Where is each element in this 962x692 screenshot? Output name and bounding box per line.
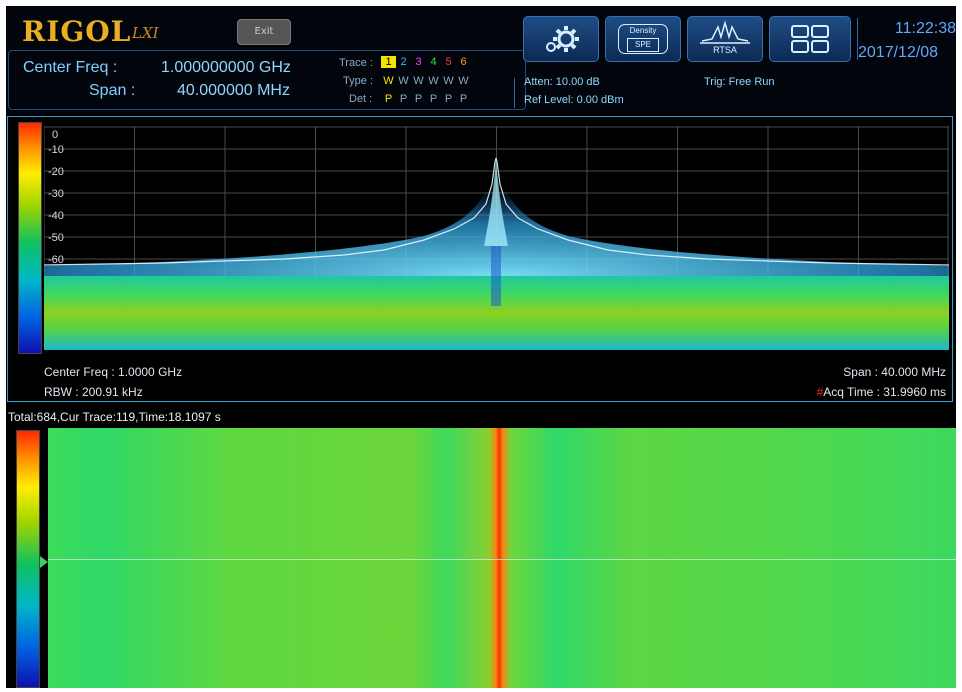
spectrum-plot[interactable]: 0 -10 -20 -30 -40 -50 -60 xyxy=(44,126,949,350)
color-scale-bar xyxy=(18,122,42,354)
lxi-logo: LXI xyxy=(132,24,159,42)
center-freq-footer: Center Freq : 1.0000 GHz xyxy=(44,365,183,379)
spectrum-panel[interactable]: 0 -10 -20 -30 -40 -50 -60 Center Freq : … xyxy=(7,116,953,402)
trace-type: W xyxy=(383,75,394,87)
rtsa-label: RTSA xyxy=(713,45,737,55)
atten-readout[interactable]: Atten: 10.00 dB xyxy=(524,76,600,88)
trace-det: P xyxy=(444,93,453,105)
analyzer-screen: RIGOL LXI Exit Center Freq : 1.000000000… xyxy=(6,6,956,688)
y-tick-label: -50 xyxy=(48,232,64,244)
trace-4-button[interactable]: 4 xyxy=(426,56,441,68)
trace-det: P xyxy=(399,93,408,105)
spe-label: SPE xyxy=(627,38,659,52)
current-trace-line xyxy=(48,559,956,560)
center-freq-value[interactable]: 1.000000000 GHz xyxy=(161,59,291,77)
trace-type-row: WWWWWW xyxy=(381,75,471,87)
density-label: Density xyxy=(629,26,657,35)
layout-button[interactable] xyxy=(769,16,851,62)
span-label: Span : xyxy=(89,82,136,99)
grid-icon xyxy=(791,25,829,53)
trace-5-button[interactable]: 5 xyxy=(441,56,456,68)
trace-det: P xyxy=(414,93,423,105)
trace-det: P xyxy=(459,93,468,105)
trace-2-button[interactable]: 2 xyxy=(396,56,411,68)
trace-type: W xyxy=(413,75,424,87)
trigger-readout[interactable]: Trig: Free Run xyxy=(704,76,775,88)
rtsa-mode-button[interactable]: RTSA xyxy=(687,16,763,62)
trace-det-row: PPPPPP xyxy=(381,93,471,105)
ref-level-readout[interactable]: Ref Level: 0.00 dBm xyxy=(524,94,624,106)
trace-type: W xyxy=(428,75,439,87)
rbw-footer[interactable]: RBW : 200.91 kHz xyxy=(44,385,143,399)
exit-button[interactable]: Exit xyxy=(237,19,291,45)
trace-marker-handle[interactable] xyxy=(40,556,48,568)
trace-type: W xyxy=(458,75,469,87)
acq-time-text: Acq Time : 31.9960 ms xyxy=(823,385,946,399)
brand-logo: RIGOL xyxy=(22,15,132,48)
clock-date: 2017/12/08 xyxy=(858,44,939,61)
center-freq-label: Center Freq : xyxy=(23,59,118,76)
gear-icon xyxy=(546,26,579,52)
waterfall-status: Total:684,Cur Trace:119,Time:18.1097 s xyxy=(8,410,221,424)
header-bar: RIGOL LXI Exit Center Freq : 1.000000000… xyxy=(6,6,956,114)
span-footer: Span : 40.000 MHz xyxy=(843,365,946,379)
clock-time: 11:22:38 xyxy=(894,20,956,37)
settings-button[interactable] xyxy=(523,16,599,62)
det-label: Det : xyxy=(349,93,373,105)
y-tick-label: -30 xyxy=(48,188,64,200)
y-tick-label: -40 xyxy=(48,210,64,222)
type-label: Type : xyxy=(343,75,373,87)
waterfall-color-scale xyxy=(16,430,40,688)
trace-type: W xyxy=(398,75,409,87)
trace-selector-row: 123456 xyxy=(381,56,471,68)
trace-3-button[interactable]: 3 xyxy=(411,56,426,68)
trace-det: P xyxy=(384,93,393,105)
acq-time-footer[interactable]: #Acq Time : 31.9960 ms xyxy=(817,385,946,399)
waterfall-plot[interactable] xyxy=(48,428,956,688)
y-tick-label: -10 xyxy=(48,144,64,156)
y-tick-label: -20 xyxy=(48,166,64,178)
trace-type: W xyxy=(443,75,454,87)
signal-column xyxy=(491,246,501,306)
trace-det: P xyxy=(429,93,438,105)
measurement-info-panel: Center Freq : 1.000000000 GHz Span : 40.… xyxy=(8,50,526,110)
divider xyxy=(514,78,515,108)
y-tick-label: -60 xyxy=(48,254,64,266)
trace-label: Trace : xyxy=(339,57,373,69)
density-spe-button[interactable]: Density SPE xyxy=(605,16,681,62)
y-axis-labels: 0 -10 -20 -30 -40 -50 -60 xyxy=(48,129,64,266)
trace-6-button[interactable]: 6 xyxy=(456,56,471,68)
trace-1-button[interactable]: 1 xyxy=(381,56,396,68)
y-tick-label: 0 xyxy=(52,129,58,141)
span-value[interactable]: 40.000000 MHz xyxy=(177,82,290,100)
spectrum-icon xyxy=(700,20,750,44)
